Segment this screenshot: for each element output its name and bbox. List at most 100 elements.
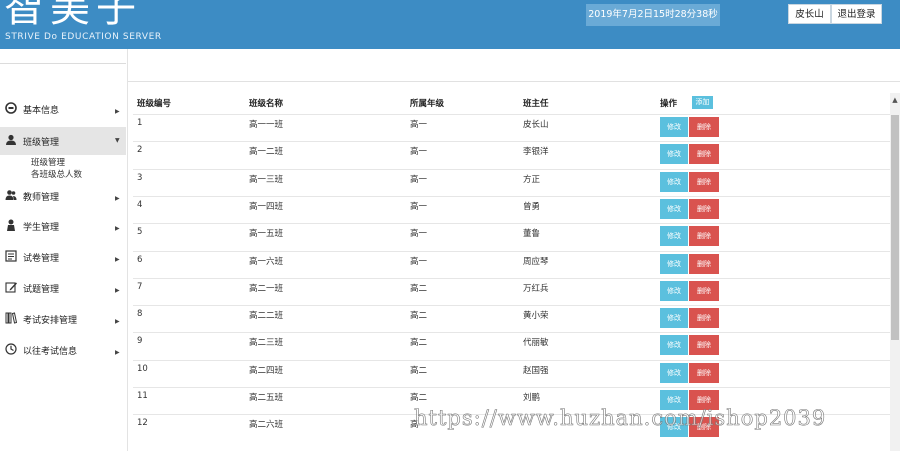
cell-id: 8 bbox=[137, 309, 143, 319]
cell-name: 高二四班 bbox=[249, 366, 284, 376]
cell-name: 高一一班 bbox=[249, 120, 284, 130]
scrollbar-thumb[interactable] bbox=[891, 115, 899, 340]
sidebar-item-label: 基本信息 bbox=[23, 106, 60, 116]
sidebar-item-question-management[interactable]: 试题管理 ▶ bbox=[0, 274, 126, 302]
app-header: 智美子 STRIVE Do EDUCATION SERVER 2019年7月2日… bbox=[0, 0, 900, 49]
sidebar-subitem-class-counts[interactable]: 各班级总人数 bbox=[31, 168, 82, 180]
cell-id: 6 bbox=[137, 255, 143, 265]
cell-teacher: 皮长山 bbox=[523, 120, 549, 130]
edit-button[interactable]: 修改 bbox=[660, 172, 688, 192]
scroll-up-icon[interactable]: ▲ bbox=[890, 95, 900, 105]
cell-grade: 高二 bbox=[410, 284, 428, 294]
delete-button[interactable]: 删除 bbox=[689, 117, 719, 137]
logout-button[interactable]: 退出登录 bbox=[831, 4, 882, 24]
column-header-name: 班级名称 bbox=[249, 99, 284, 109]
document-icon bbox=[5, 250, 17, 262]
edit-button[interactable]: 修改 bbox=[660, 281, 688, 301]
edit-button[interactable]: 修改 bbox=[660, 254, 688, 274]
cell-id: 11 bbox=[137, 391, 148, 401]
column-header-id: 班级编号 bbox=[137, 99, 172, 109]
cell-teacher: 黄小荣 bbox=[523, 311, 549, 321]
cell-id: 12 bbox=[137, 418, 148, 428]
delete-button[interactable]: 删除 bbox=[689, 281, 719, 301]
sidebar-item-teacher-management[interactable]: 教师管理 ▶ bbox=[0, 182, 126, 210]
delete-button[interactable]: 删除 bbox=[689, 172, 719, 192]
logo-subtitle: STRIVE Do EDUCATION SERVER bbox=[5, 32, 162, 42]
cell-id: 9 bbox=[137, 336, 143, 346]
table-row-divider bbox=[133, 278, 890, 279]
sidebar-subitem-class-management[interactable]: 班级管理 bbox=[31, 156, 65, 168]
edit-button[interactable]: 修改 bbox=[660, 144, 688, 164]
table-row-divider bbox=[133, 223, 890, 224]
cell-grade: 高一 bbox=[410, 257, 428, 267]
column-header-grade: 所属年级 bbox=[410, 99, 445, 109]
delete-button[interactable]: 删除 bbox=[689, 308, 719, 328]
users-icon bbox=[5, 190, 17, 200]
cell-grade: 高二 bbox=[410, 311, 428, 321]
table-row-divider bbox=[133, 305, 890, 306]
cell-grade: 高一 bbox=[410, 120, 428, 130]
sidebar-item-paper-management[interactable]: 试卷管理 ▶ bbox=[0, 243, 126, 271]
sidebar-item-label: 试卷管理 bbox=[23, 254, 60, 264]
delete-button[interactable]: 删除 bbox=[689, 254, 719, 274]
cell-grade: 高二 bbox=[410, 366, 428, 376]
chevron-right-icon: ▶ bbox=[115, 225, 120, 232]
sidebar-item-class-management[interactable]: 班级管理 ▼ bbox=[0, 127, 126, 155]
cell-id: 4 bbox=[137, 200, 143, 210]
delete-button[interactable]: 删除 bbox=[689, 363, 719, 383]
edit-button[interactable]: 修改 bbox=[660, 363, 688, 383]
chevron-right-icon: ▶ bbox=[115, 287, 120, 294]
user-icon bbox=[6, 134, 16, 145]
vertical-scrollbar[interactable]: ▲ bbox=[890, 93, 900, 451]
content-divider bbox=[128, 81, 900, 82]
current-datetime: 2019年7月2日15时28分38秒 bbox=[586, 4, 720, 26]
cell-teacher: 代丽敏 bbox=[523, 338, 549, 348]
add-class-button[interactable]: 添加 bbox=[692, 96, 713, 109]
sidebar-divider bbox=[0, 63, 126, 64]
edit-button[interactable]: 修改 bbox=[660, 226, 688, 246]
edit-button[interactable]: 修改 bbox=[660, 308, 688, 328]
cell-name: 高一四班 bbox=[249, 202, 284, 212]
cell-id: 1 bbox=[137, 118, 143, 128]
edit-button[interactable]: 修改 bbox=[660, 199, 688, 219]
cell-grade: 高一 bbox=[410, 229, 428, 239]
cell-teacher: 周应琴 bbox=[523, 257, 549, 267]
delete-button[interactable]: 删除 bbox=[689, 335, 719, 355]
cell-teacher: 董鲁 bbox=[523, 229, 541, 239]
delete-button[interactable]: 删除 bbox=[689, 144, 719, 164]
cell-teacher: 赵国强 bbox=[523, 366, 549, 376]
books-icon bbox=[5, 312, 17, 324]
sidebar-item-label: 班级管理 bbox=[23, 138, 60, 148]
cell-name: 高二六班 bbox=[249, 420, 284, 430]
table-row-divider bbox=[133, 251, 890, 252]
cell-id: 2 bbox=[137, 145, 143, 155]
cell-grade: 高一 bbox=[410, 175, 428, 185]
sidebar-item-label: 学生管理 bbox=[23, 223, 60, 233]
cell-name: 高二一班 bbox=[249, 284, 284, 294]
user-name-button[interactable]: 皮长山 bbox=[788, 4, 831, 24]
sidebar-item-exam-schedule[interactable]: 考试安排管理 ▶ bbox=[0, 305, 126, 333]
sidebar: 基本信息 ▶ 班级管理 ▼ 班级管理 各班级总人数 教师管理 ▶ 学生管理 ▶ … bbox=[0, 49, 128, 451]
cell-name: 高一二班 bbox=[249, 147, 284, 157]
sidebar-item-basic-info[interactable]: 基本信息 ▶ bbox=[0, 95, 126, 123]
cell-name: 高一五班 bbox=[249, 229, 284, 239]
cell-name: 高二五班 bbox=[249, 393, 284, 403]
delete-button[interactable]: 删除 bbox=[689, 199, 719, 219]
info-icon bbox=[5, 102, 17, 114]
sidebar-item-past-exams[interactable]: 以往考试信息 ▶ bbox=[0, 336, 126, 364]
cell-grade: 高二 bbox=[410, 338, 428, 348]
edit-button[interactable]: 修改 bbox=[660, 335, 688, 355]
sidebar-item-label: 考试安排管理 bbox=[23, 316, 78, 326]
edit-icon bbox=[5, 282, 17, 293]
table-row-divider bbox=[133, 141, 890, 142]
delete-button[interactable]: 删除 bbox=[689, 226, 719, 246]
cell-teacher: 曾勇 bbox=[523, 202, 541, 212]
cell-id: 5 bbox=[137, 227, 143, 237]
cell-id: 3 bbox=[137, 173, 143, 183]
cell-grade: 高一 bbox=[410, 202, 428, 212]
edit-button[interactable]: 修改 bbox=[660, 117, 688, 137]
logo: 智美子 bbox=[4, 0, 142, 31]
sidebar-item-student-management[interactable]: 学生管理 ▶ bbox=[0, 212, 126, 240]
cell-grade: 高一 bbox=[410, 147, 428, 157]
cell-grade: 高二 bbox=[410, 393, 428, 403]
